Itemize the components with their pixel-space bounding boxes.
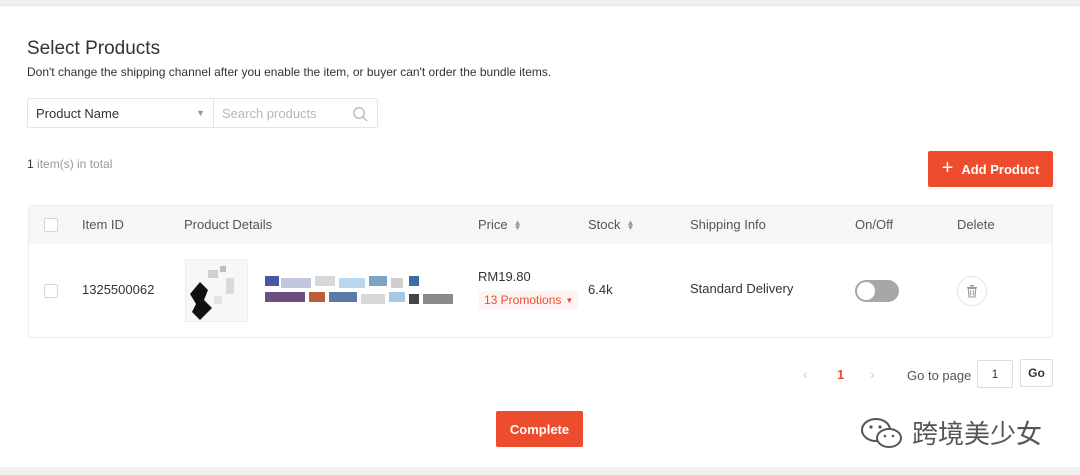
page-subtitle: Don't change the shipping channel after … — [27, 65, 552, 79]
current-page[interactable]: 1 — [837, 367, 844, 382]
col-delete-label: Delete — [957, 217, 995, 232]
filter-field-label: Product Name — [36, 105, 120, 121]
product-image — [186, 260, 247, 321]
go-button[interactable]: Go — [1020, 359, 1053, 387]
promotions-label: 13 Promotions — [484, 293, 562, 307]
select-all-checkbox[interactable] — [44, 218, 58, 232]
col-item-id: Item ID — [82, 217, 124, 232]
page-title: Select Products — [27, 38, 161, 59]
search-box — [214, 99, 377, 127]
product-filter: Product Name ▼ — [27, 98, 378, 128]
toggle-knob — [857, 282, 875, 300]
items-total-suffix: item(s) in total — [33, 157, 113, 171]
col-product-details-label: Product Details — [184, 217, 273, 232]
goto-page-label: Go to page — [907, 368, 972, 383]
col-on-off: On/Off — [855, 217, 893, 232]
select-products-card: Select Products Don't change the shippin… — [0, 5, 1080, 467]
add-product-label: Add Product — [961, 161, 1040, 177]
next-page-icon[interactable]: › — [870, 366, 875, 382]
row-checkbox[interactable] — [44, 284, 58, 298]
search-icon[interactable] — [352, 106, 368, 122]
shipping-value: Standard Delivery — [690, 281, 794, 296]
plus-icon: + — [941, 157, 954, 179]
items-count: 1 — [27, 157, 34, 171]
table-row: 1325500062 RM19.80 13 Promotions ▼ 6.4k … — [29, 244, 1052, 338]
chevron-down-icon: ▼ — [565, 295, 574, 305]
watermark: 跨境美少女 — [860, 414, 1042, 451]
delete-button[interactable] — [957, 276, 987, 306]
col-product-details: Product Details — [184, 217, 272, 232]
promotions-badge[interactable]: 13 Promotions ▼ — [479, 291, 579, 309]
on-off-toggle[interactable] — [855, 280, 899, 302]
product-thumbnail — [185, 259, 248, 322]
filter-field-select[interactable]: Product Name ▼ — [28, 99, 214, 127]
col-on-off-label: On/Off — [855, 217, 894, 232]
sort-icon[interactable]: ▲ ▼ — [514, 218, 522, 231]
item-id: 1325500062 — [82, 282, 155, 297]
price-value: RM19.80 — [478, 269, 531, 284]
col-price-label: Price — [478, 217, 508, 232]
col-shipping-info-label: Shipping Info — [690, 217, 766, 232]
wechat-icon — [861, 417, 902, 448]
stock-value: 6.4k — [588, 282, 613, 297]
goto-page-input[interactable] — [977, 360, 1013, 388]
col-stock-label: Stock — [588, 217, 621, 232]
col-stock[interactable]: Stock ▲ ▼ — [588, 217, 634, 232]
items-total: 1 item(s) in total — [27, 157, 112, 171]
col-delete: Delete — [957, 217, 995, 232]
watermark-text: 跨境美少女 — [912, 420, 1043, 450]
add-product-button[interactable]: + Add Product — [928, 151, 1053, 187]
prev-page-icon[interactable]: ‹ — [803, 366, 808, 382]
trash-icon — [967, 285, 977, 298]
chevron-down-icon: ▼ — [196, 108, 205, 118]
product-name-redacted[interactable] — [265, 276, 465, 308]
sort-icon[interactable]: ▲ ▼ — [627, 218, 635, 231]
col-item-id-label: Item ID — [82, 217, 124, 232]
table-header: Item ID Product Details Price ▲ ▼ Stock ▲… — [29, 206, 1052, 244]
complete-button[interactable]: Complete — [496, 411, 583, 447]
products-table: Item ID Product Details Price ▲ ▼ Stock ▲… — [28, 205, 1053, 338]
col-price[interactable]: Price ▲ ▼ — [478, 217, 522, 232]
col-shipping-info: Shipping Info — [690, 217, 766, 232]
